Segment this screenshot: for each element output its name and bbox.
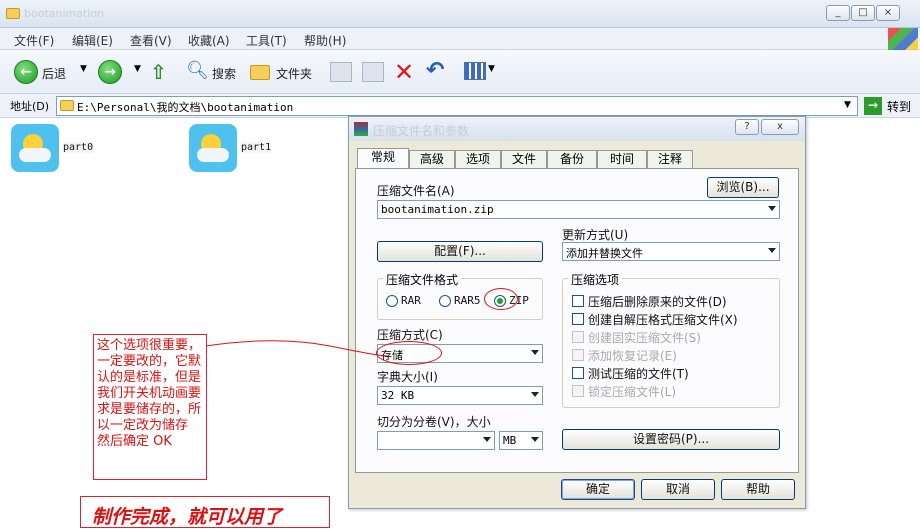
annotation-done: 制作完成，就可以用了 — [92, 506, 283, 528]
annotation-note: 这个选项很重要，一定要改的，它默认的是标准，但是我们开关机动画要求是要储存的，所… — [97, 338, 202, 449]
